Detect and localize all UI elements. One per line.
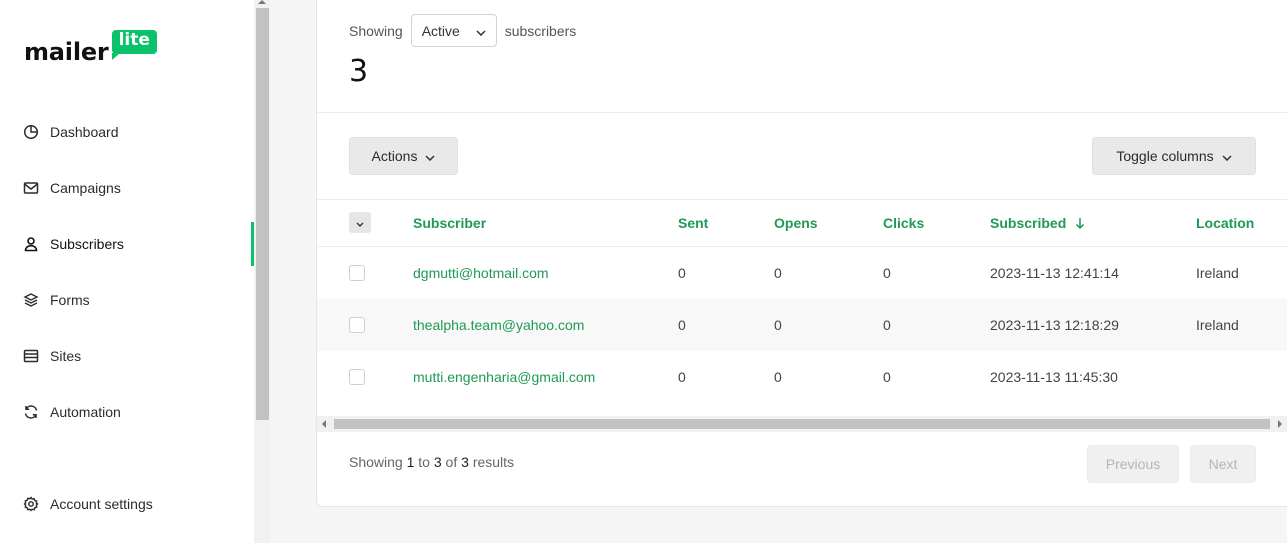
mailerlite-logo[interactable]: mailer lite xyxy=(24,30,157,64)
subscribed-date: 2023-11-13 11:45:30 xyxy=(990,369,1118,385)
logo-text: mailer xyxy=(24,38,109,66)
chevron-down-icon xyxy=(1222,148,1232,164)
pagination-to: 3 xyxy=(433,454,442,470)
sidebar-item-label: Automation xyxy=(50,404,121,420)
scroll-up-arrow[interactable] xyxy=(258,0,266,4)
sidebar-item-label: Forms xyxy=(50,292,90,308)
actions-label: Actions xyxy=(371,148,418,164)
column-header-subscribed-label: Subscribed xyxy=(990,215,1067,231)
scroll-right-arrow[interactable] xyxy=(1278,420,1282,428)
row-checkbox[interactable] xyxy=(349,317,365,333)
previous-button[interactable]: Previous xyxy=(1087,445,1179,483)
pagination-total: 3 xyxy=(461,454,469,470)
column-header-location[interactable]: Location xyxy=(1196,215,1254,231)
sidebar-item-subscribers[interactable]: Subscribers xyxy=(22,233,124,255)
clicks-value: 0 xyxy=(883,265,891,281)
sidebar-item-account-settings[interactable]: Account settings xyxy=(22,493,153,515)
clicks-value: 0 xyxy=(883,369,891,385)
sidebar: mailer lite Dashboard Campaigns Subscrib… xyxy=(0,0,254,543)
status-filter-row: Showing Active subscribers xyxy=(349,14,576,47)
chevron-down-icon xyxy=(356,214,364,232)
sort-arrow-down-icon xyxy=(1075,217,1085,229)
sidebar-item-campaigns[interactable]: Campaigns xyxy=(22,177,121,199)
subscriber-count: 3 xyxy=(349,54,369,89)
filter-suffix: subscribers xyxy=(504,22,577,39)
sidebar-item-automation[interactable]: Automation xyxy=(22,401,121,423)
pagination-summary: Showing 1 to 3 of 3 results xyxy=(349,454,514,470)
browser-icon xyxy=(22,347,40,365)
opens-value: 0 xyxy=(774,317,782,333)
layers-icon xyxy=(22,291,40,309)
chevron-down-icon xyxy=(425,148,435,164)
select-all-dropdown[interactable] xyxy=(349,212,371,233)
opens-value: 0 xyxy=(774,265,782,281)
pagination-results: results xyxy=(472,454,515,470)
sidebar-item-sites[interactable]: Sites xyxy=(22,345,81,367)
sent-value: 0 xyxy=(678,265,686,281)
sidebar-item-forms[interactable]: Forms xyxy=(22,289,90,311)
status-select[interactable]: Active xyxy=(410,14,497,47)
column-header-subscriber[interactable]: Subscriber xyxy=(413,215,486,231)
pagination-showing: Showing xyxy=(349,454,403,470)
row-checkbox[interactable] xyxy=(349,265,365,281)
table-row[interactable]: mutti.engenharia@gmail.com 0 0 0 2023-11… xyxy=(317,351,1287,403)
chevron-down-icon xyxy=(476,23,486,39)
toggle-columns-button[interactable]: Toggle columns xyxy=(1092,137,1256,175)
subscriber-email[interactable]: mutti.engenharia@gmail.com xyxy=(413,369,595,385)
logo-badge: lite xyxy=(111,30,157,60)
gear-icon xyxy=(22,495,40,513)
table-header: Subscriber Sent Opens Clicks Subscribed … xyxy=(317,200,1287,247)
sent-value: 0 xyxy=(678,317,686,333)
location-value: Ireland xyxy=(1196,265,1239,281)
location-value: Ireland xyxy=(1196,317,1239,333)
sidebar-scrollbar[interactable] xyxy=(254,0,270,543)
column-header-clicks[interactable]: Clicks xyxy=(883,215,924,231)
sidebar-item-label: Subscribers xyxy=(50,236,124,252)
column-header-subscribed[interactable]: Subscribed xyxy=(990,215,1085,231)
actions-button[interactable]: Actions xyxy=(349,137,458,175)
sidebar-item-label: Dashboard xyxy=(50,124,119,140)
toggle-columns-label: Toggle columns xyxy=(1116,148,1214,164)
table-row[interactable]: dgmutti@hotmail.com 0 0 0 2023-11-13 12:… xyxy=(317,247,1287,299)
table-horizontal-scrollbar[interactable] xyxy=(317,416,1287,432)
status-select-value: Active xyxy=(421,22,460,39)
sidebar-item-label: Account settings xyxy=(50,496,153,512)
next-button[interactable]: Next xyxy=(1190,445,1256,483)
divider xyxy=(317,112,1287,113)
table-row[interactable]: thealpha.team@yahoo.com 0 0 0 2023-11-13… xyxy=(317,299,1287,351)
clicks-value: 0 xyxy=(883,317,891,333)
scrollbar-thumb[interactable] xyxy=(334,419,1270,429)
pagination-to-word: to xyxy=(418,454,430,470)
sidebar-item-label: Campaigns xyxy=(50,180,121,196)
column-header-sent[interactable]: Sent xyxy=(678,215,708,231)
column-header-opens[interactable]: Opens xyxy=(774,215,818,231)
subscriber-email[interactable]: thealpha.team@yahoo.com xyxy=(413,317,584,333)
subscriber-email[interactable]: dgmutti@hotmail.com xyxy=(413,265,549,281)
filter-prefix: Showing xyxy=(349,22,403,39)
user-icon xyxy=(22,235,40,253)
sidebar-item-dashboard[interactable]: Dashboard xyxy=(22,121,119,143)
previous-label: Previous xyxy=(1105,456,1161,472)
next-label: Next xyxy=(1208,456,1238,472)
dashboard-icon xyxy=(22,123,40,141)
subscribed-date: 2023-11-13 12:18:29 xyxy=(990,317,1119,333)
mail-icon xyxy=(22,179,40,197)
subscribed-date: 2023-11-13 12:41:14 xyxy=(990,265,1119,281)
sidebar-item-label: Sites xyxy=(50,348,82,364)
scroll-left-arrow[interactable] xyxy=(322,420,326,428)
scrollbar-thumb[interactable] xyxy=(256,8,269,420)
sent-value: 0 xyxy=(678,369,686,385)
row-checkbox[interactable] xyxy=(349,369,365,385)
refresh-icon xyxy=(22,403,40,421)
pagination-from: 1 xyxy=(406,454,415,470)
pagination-of-word: of xyxy=(445,454,458,470)
opens-value: 0 xyxy=(774,369,782,385)
